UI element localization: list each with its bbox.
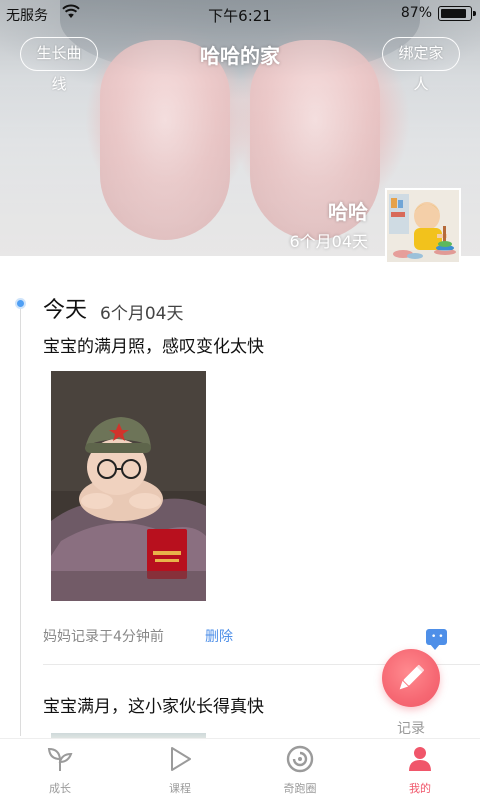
tab-mine-label: 我的 (409, 782, 431, 795)
tab-courses[interactable]: 课程 (120, 739, 240, 800)
tab-circle-label: 奇跑圈 (283, 782, 317, 795)
battery-icon (438, 6, 476, 21)
timeline-day-title: 今天 (43, 298, 88, 323)
post-photo[interactable] (51, 371, 206, 601)
battery-percent: 87% (400, 5, 432, 21)
tab-courses-label: 课程 (169, 782, 191, 795)
status-bar: 无服务 下午6:21 87% (0, 0, 480, 26)
post-photo-image (51, 371, 206, 601)
post-text: 宝宝满月，这小家伙长得真快 (43, 697, 264, 717)
baby-name: 哈哈 (328, 200, 368, 224)
timeline-day-age: 6个月04天 (100, 304, 184, 324)
pencil-icon (399, 664, 425, 690)
tab-mine[interactable]: 我的 (360, 739, 480, 800)
post-meta: 妈妈记录于4分钟前 (43, 629, 164, 645)
timeline-line (20, 306, 21, 736)
person-icon (409, 747, 431, 771)
tab-circle[interactable]: 奇跑圈 (240, 739, 360, 800)
record-button[interactable] (382, 649, 440, 707)
baby-age: 6个月04天 (289, 232, 368, 251)
comment-icon[interactable]: •• (426, 629, 447, 650)
delete-post-link[interactable]: 删除 (205, 626, 233, 646)
play-icon (171, 747, 191, 771)
circle-icon (286, 745, 314, 773)
sprout-icon (47, 747, 73, 771)
tab-growth-label: 成长 (49, 782, 71, 795)
baby-avatar[interactable] (385, 188, 461, 264)
tab-growth[interactable]: 成长 (0, 739, 120, 800)
timeline-dot (15, 298, 26, 309)
tab-bar: 成长 课程 奇跑圈 我的 (0, 738, 480, 800)
post-text: 宝宝的满月照，感叹变化太快 (43, 337, 264, 357)
record-label: 记录 (397, 721, 425, 737)
bind-family-button[interactable]: 绑定家人 (382, 37, 460, 93)
baby-avatar-image (387, 190, 459, 262)
